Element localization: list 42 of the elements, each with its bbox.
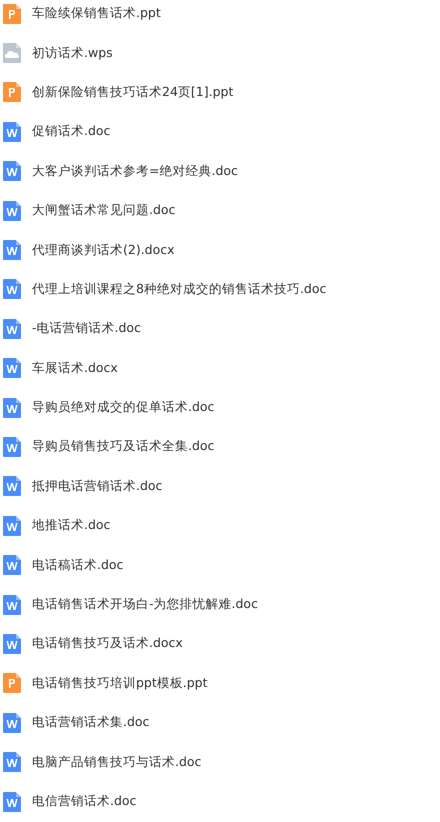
document-file-icon	[3, 792, 21, 812]
presentation-file-icon	[3, 673, 21, 694]
file-name[interactable]: 大客户谈判话术参考=绝对经典.doc	[32, 162, 238, 180]
document-file-icon	[3, 358, 21, 378]
file-name[interactable]: 抵押电话营销话术.doc	[32, 478, 162, 495]
file-name[interactable]: 电脑产品销售技巧与话术.doc	[32, 754, 202, 771]
file-name[interactable]: 车展话术.docx	[32, 360, 118, 377]
document-file-icon	[3, 516, 21, 536]
file-name[interactable]: 地推话术.doc	[32, 517, 110, 534]
file-name[interactable]: 代理商谈判话术(2).docx	[32, 242, 175, 259]
file-name[interactable]: 初访话术.wps	[32, 44, 113, 62]
file-name[interactable]: 电话稿话术.doc	[32, 556, 124, 574]
file-name[interactable]: 代理上培训课程之8种绝对成交的销售话术技巧.doc	[32, 280, 326, 298]
file-name[interactable]: -电话营销话术.doc	[32, 320, 141, 338]
document-file-icon	[3, 240, 21, 260]
document-file-icon	[3, 122, 21, 142]
document-file-icon	[3, 436, 21, 457]
file-name[interactable]: 促销话术.doc	[32, 123, 110, 140]
file-name[interactable]: 电话销售技巧及话术.docx	[32, 635, 183, 652]
file-name[interactable]: 大闸蟹话术常见问题.doc	[32, 202, 176, 220]
presentation-file-icon	[3, 4, 21, 24]
file-name[interactable]: 电话销售话术开场白-为您排忧解难.doc	[32, 596, 258, 614]
file-name[interactable]: 车险续保销售话术.ppt	[32, 5, 161, 22]
document-file-icon	[3, 161, 21, 182]
document-file-icon	[3, 555, 21, 576]
document-file-icon	[3, 279, 21, 300]
document-file-icon	[3, 594, 21, 615]
cloud-file-icon	[3, 43, 21, 64]
file-name[interactable]: 导购员绝对成交的促单话术.doc	[32, 399, 214, 416]
document-file-icon	[3, 634, 21, 654]
document-file-icon	[3, 398, 21, 418]
document-file-icon	[3, 318, 21, 339]
file-name[interactable]: 电信营销话术.doc	[32, 793, 136, 810]
file-name[interactable]: 导购员销售技巧及话术全集.doc	[32, 438, 214, 456]
file-name[interactable]: 电话营销话术集.doc	[32, 714, 150, 732]
presentation-file-icon	[3, 82, 21, 102]
document-file-icon	[3, 476, 21, 496]
document-file-icon	[3, 200, 21, 221]
file-name[interactable]: 创新保险销售技巧话术24页[1].ppt	[32, 84, 234, 101]
document-file-icon	[3, 752, 21, 772]
file-name[interactable]: 电话销售技巧培训ppt模板.ppt	[32, 674, 208, 692]
document-file-icon	[3, 712, 21, 733]
